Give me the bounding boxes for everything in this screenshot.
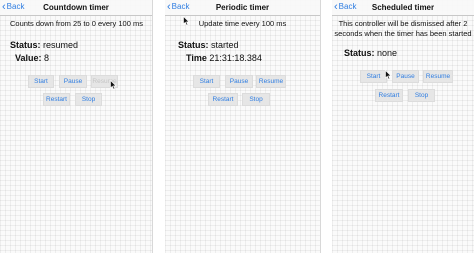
pause-button[interactable]: Pause [59, 75, 87, 88]
value-value: 8 [44, 53, 50, 63]
description-line-1: This controller will be dismissed after … [338, 19, 468, 28]
navigation-bar: ‹Back Periodic timer [165, 0, 320, 16]
screen-title: Periodic timer [215, 3, 270, 12]
restart-button[interactable]: Restart [375, 89, 403, 102]
status-value: resumed [43, 40, 79, 50]
stop-button[interactable]: Stop [75, 93, 102, 106]
value-line: Value: 8 [15, 53, 49, 64]
mouse-cursor-icon [385, 70, 392, 80]
start-button[interactable]: Start [193, 75, 220, 88]
status-label: Status: [10, 40, 41, 50]
value-label: Value: [15, 53, 42, 63]
mouse-cursor-icon [183, 16, 190, 26]
status-line: Status: started [178, 40, 239, 51]
navigation-bar: ‹Back Countdown timer [0, 0, 152, 16]
status-label: Status: [344, 48, 375, 58]
panel-divider [320, 0, 321, 253]
status-label: Status: [178, 40, 209, 50]
resume-button[interactable]: Resume [423, 70, 453, 83]
restart-button[interactable]: Restart [43, 93, 70, 106]
stop-button[interactable]: Stop [408, 89, 435, 102]
navigation-bar: ‹Back Scheduled timer [332, 0, 474, 16]
resume-button[interactable]: Resume [256, 75, 286, 88]
status-value: started [211, 40, 239, 50]
description-line-2: seconds when the timer has been started [334, 29, 472, 38]
description: Counts down from 25 to 0 every 100 ms [10, 19, 143, 28]
time-value: 21:31:18.384 [209, 53, 262, 63]
screen-title: Scheduled timer [371, 3, 435, 12]
stop-button[interactable]: Stop [242, 93, 270, 106]
start-button[interactable]: Start [28, 75, 54, 88]
panel-divider [152, 0, 153, 253]
status-value: none [377, 48, 398, 58]
periodic-timer-screen: ‹Back Periodic timer Update time every 1… [165, 0, 320, 253]
status-line: Status: resumed [10, 40, 78, 51]
countdown-timer-screen: ‹Back Countdown timer Counts down from 2… [0, 0, 152, 253]
pause-button[interactable]: Pause [225, 75, 253, 88]
mouse-cursor-icon [110, 80, 117, 90]
scheduled-timer-screen: ‹Back Scheduled timer This controller wi… [332, 0, 474, 253]
screen-title: Countdown timer [43, 3, 109, 12]
status-line: Status: none [344, 48, 397, 59]
start-button[interactable]: Start [360, 70, 387, 83]
restart-button[interactable]: Restart [208, 93, 238, 106]
time-label: Time [186, 53, 207, 63]
pause-button[interactable]: Pause [392, 70, 419, 83]
time-line: Time 21:31:18.384 [186, 53, 262, 64]
